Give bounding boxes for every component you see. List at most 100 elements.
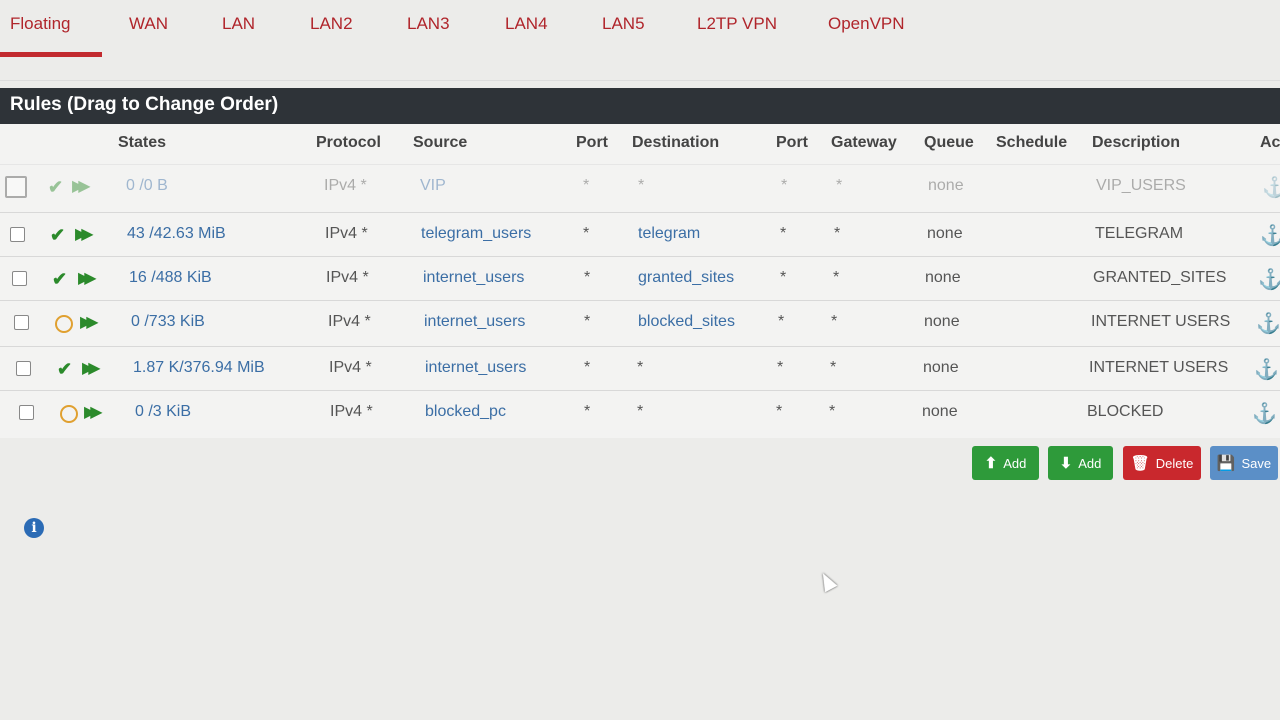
- states-value[interactable]: 16 /488 KiB: [129, 269, 212, 287]
- states-value[interactable]: 0 /0 B: [126, 177, 168, 195]
- anchor-icon[interactable]: ⚓: [1256, 311, 1280, 336]
- gateway-value: *: [834, 225, 841, 242]
- destination-value: *: [638, 177, 645, 194]
- row-checkbox[interactable]: [12, 271, 27, 286]
- delete-button[interactable]: 🗑 Delete: [1123, 446, 1201, 480]
- destination-value[interactable]: telegram: [638, 225, 700, 243]
- add-top-button[interactable]: ⬆ Add: [972, 446, 1039, 480]
- description-value: GRANTED_SITES: [1093, 269, 1227, 286]
- port-value: *: [583, 225, 590, 242]
- tab-lan2[interactable]: LAN2: [310, 14, 353, 34]
- table-row[interactable]: ✔ ▶▶ 0 /0 B IPv4 * VIP * * * * none VIP_…: [0, 164, 1280, 209]
- col-states[interactable]: States: [118, 134, 166, 152]
- description-value: BLOCKED: [1087, 403, 1164, 420]
- source-value[interactable]: internet_users: [424, 313, 525, 331]
- anchor-icon[interactable]: ⚓: [1254, 357, 1279, 382]
- col-queue[interactable]: Queue: [924, 134, 974, 152]
- forward-icon: ▶▶: [82, 360, 100, 377]
- trash-icon: 🗑: [1130, 455, 1150, 472]
- source-value[interactable]: blocked_pc: [425, 403, 506, 421]
- pass-check-icon: ✔: [52, 269, 68, 289]
- col-gateway[interactable]: Gateway: [831, 134, 897, 152]
- save-button[interactable]: 💾 Save: [1210, 446, 1278, 480]
- anchor-icon[interactable]: ⚓: [1258, 267, 1280, 292]
- forward-icon: ▶▶: [78, 270, 96, 287]
- divider: [0, 80, 1280, 81]
- col-source[interactable]: Source: [413, 134, 467, 152]
- tab-l2tp-vpn[interactable]: L2TP VPN: [697, 14, 777, 34]
- row-checkbox[interactable]: [14, 315, 29, 330]
- block-icon: [60, 405, 78, 423]
- table-row[interactable]: ▶▶ 0 /733 KiB IPv4 * internet_users * bl…: [0, 300, 1280, 345]
- forward-icon: ▶▶: [80, 314, 98, 331]
- table-row[interactable]: ✔ ▶▶ 1.87 K/376.94 MiB IPv4 * internet_u…: [0, 346, 1280, 391]
- port-value: *: [584, 313, 591, 330]
- tab-floating[interactable]: Floating: [10, 14, 70, 34]
- gateway-value: *: [829, 403, 836, 420]
- description-value: INTERNET USERS: [1089, 359, 1229, 376]
- source-value[interactable]: telegram_users: [421, 225, 531, 243]
- forward-icon: ▶▶: [84, 404, 102, 421]
- states-value[interactable]: 1.87 K/376.94 MiB: [133, 359, 265, 377]
- col-schedule[interactable]: Schedule: [996, 134, 1067, 152]
- protocol-value: IPv4 *: [325, 225, 368, 242]
- tab-lan[interactable]: LAN: [222, 14, 255, 34]
- save-label: Save: [1241, 455, 1272, 471]
- anchor-icon[interactable]: ⚓: [1262, 175, 1280, 200]
- col-port[interactable]: Port: [576, 134, 608, 152]
- table-row[interactable]: ✔ ▶▶ 43 /42.63 MiB IPv4 * telegram_users…: [0, 212, 1280, 257]
- states-value[interactable]: 43 /42.63 MiB: [127, 225, 226, 243]
- col-destination[interactable]: Destination: [632, 134, 719, 152]
- port-dest-value: *: [780, 269, 787, 286]
- description-value: VIP_USERS: [1096, 177, 1186, 194]
- add-bottom-button[interactable]: ⬇ Add: [1048, 446, 1113, 480]
- queue-value: none: [923, 359, 959, 376]
- save-icon: 💾: [1216, 455, 1236, 472]
- delete-label: Delete: [1155, 455, 1194, 471]
- protocol-value: IPv4 *: [330, 403, 373, 420]
- destination-value: *: [637, 359, 644, 376]
- tab-lan5[interactable]: LAN5: [602, 14, 645, 34]
- gateway-value: *: [836, 177, 843, 194]
- port-dest-value: *: [780, 225, 787, 242]
- tab-lan3[interactable]: LAN3: [407, 14, 450, 34]
- pass-check-icon: ✔: [48, 177, 64, 197]
- rules-panel-header: Rules (Drag to Change Order): [0, 88, 1280, 124]
- port-dest-value: *: [777, 359, 784, 376]
- col-description[interactable]: Description: [1092, 134, 1180, 152]
- port-dest-value: *: [776, 403, 783, 420]
- row-checkbox[interactable]: [16, 361, 31, 376]
- source-value[interactable]: internet_users: [425, 359, 526, 377]
- table-row[interactable]: ✔ ▶▶ 16 /488 KiB IPv4 * internet_users *…: [0, 256, 1280, 301]
- anchor-icon[interactable]: ⚓: [1260, 223, 1280, 248]
- col-protocol[interactable]: Protocol: [316, 134, 381, 152]
- row-checkbox[interactable]: [19, 405, 34, 420]
- tab-lan4[interactable]: LAN4: [505, 14, 548, 34]
- add-bottom-label: Add: [1078, 455, 1102, 471]
- panel-title: Rules (Drag to Change Order): [10, 94, 279, 115]
- tab-openvpn[interactable]: OpenVPN: [828, 14, 905, 34]
- anchor-icon[interactable]: ⚓: [1252, 401, 1277, 426]
- queue-value: none: [922, 403, 958, 420]
- col-port-dest[interactable]: Port: [776, 134, 808, 152]
- source-value[interactable]: VIP: [420, 177, 446, 195]
- protocol-value: IPv4 *: [329, 359, 372, 376]
- protocol-value: IPv4 *: [324, 177, 367, 194]
- table-row[interactable]: ▶▶ 0 /3 KiB IPv4 * blocked_pc * * * * no…: [0, 390, 1280, 435]
- col-actions: Ac: [1260, 134, 1280, 151]
- destination-value: *: [637, 403, 644, 420]
- gateway-value: *: [831, 313, 838, 330]
- states-value[interactable]: 0 /733 KiB: [131, 313, 205, 331]
- queue-value: none: [925, 269, 961, 286]
- info-icon[interactable]: i: [24, 518, 44, 538]
- tab-wan[interactable]: WAN: [129, 14, 168, 34]
- source-value[interactable]: internet_users: [423, 269, 524, 287]
- row-checkbox[interactable]: [5, 176, 27, 198]
- port-dest-value: *: [781, 177, 788, 194]
- row-checkbox[interactable]: [10, 227, 25, 242]
- protocol-value: IPv4 *: [326, 269, 369, 286]
- destination-value[interactable]: granted_sites: [638, 269, 734, 287]
- destination-value[interactable]: blocked_sites: [638, 313, 735, 331]
- states-value[interactable]: 0 /3 KiB: [135, 403, 191, 421]
- active-tab-indicator: [0, 52, 102, 57]
